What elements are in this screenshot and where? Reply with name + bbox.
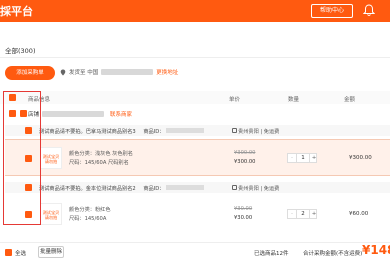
top-bar: 採平台 帮助中心 [0, 0, 390, 22]
spec-color: 颜色分类：浅灰色 灰色别名 [69, 151, 133, 157]
shipping-address: 发货至 中国 更换地址 [60, 68, 178, 76]
unit-price: ¥300.00 [234, 159, 256, 165]
select-all-label[interactable]: 全选 [15, 249, 26, 257]
header-unit-price: 单价 [229, 97, 241, 103]
header-amount: 金额 [344, 97, 356, 103]
contact-seller-link[interactable]: 联系商家 [110, 110, 132, 118]
decrement-button[interactable]: - [288, 155, 296, 161]
unit-price: ¥30.00 [234, 215, 253, 221]
quantity-stepper[interactable]: - 2 + [287, 209, 317, 219]
total-label: 合计采购金额(不含运费) [303, 251, 363, 257]
product-thumbnail[interactable]: 测试宝贝请勿拍 [40, 147, 62, 169]
shipping-icon [232, 128, 237, 133]
item-amount: ¥300.00 [349, 155, 372, 161]
spec-color: 颜色分类：粉红色 [69, 207, 111, 213]
cart-item-2[interactable]: 测试宝贝请勿拍 颜色分类：粉红色 尺码：145/60A ¥30.00 ¥30.0… [5, 196, 390, 233]
group-title: 测试商品请不要拍。巴拿马测试商品别名3 商品ID： [39, 128, 205, 135]
spec-size: 尺码：145/60A [69, 216, 107, 222]
bell-icon[interactable] [363, 4, 375, 17]
increment-button[interactable]: + [310, 155, 318, 161]
page-title: 全部(300) [5, 47, 36, 55]
checkbox-column-highlight [3, 91, 41, 225]
selected-count: 已选商品12件 [254, 251, 289, 257]
id-redacted [166, 128, 205, 133]
store-name-redacted [42, 110, 104, 117]
change-address-link[interactable]: 更换地址 [156, 68, 178, 76]
header-quantity: 数量 [288, 97, 300, 103]
shipping-info: 贵州贵阳 | 免运费 [232, 128, 279, 135]
table-header: 商品信息 单价 数量 金额 [0, 91, 390, 104]
product-thumbnail[interactable]: 测试宝贝请勿拍 [40, 203, 62, 225]
decrement-button[interactable]: - [288, 211, 296, 217]
location-pin-icon [60, 69, 66, 75]
store-row: 店铺 联系商家 [0, 107, 390, 121]
spec-size: 尺码：145/60A 尺码别名 [69, 160, 129, 166]
quantity-value[interactable]: 1 [296, 154, 310, 162]
divider [0, 57, 390, 58]
address-prefix: 发货至 中国 [69, 70, 99, 76]
shipping-info: 贵州贵阳 | 免运费 [232, 185, 279, 192]
add-order-button[interactable]: 添加采购单 [5, 66, 55, 80]
increment-button[interactable]: + [310, 211, 318, 217]
footer-bar: 全选 批量删除 已选商品12件 合计采购金额(不含运费) ¥148 [0, 242, 390, 260]
item-amount: ¥60.00 [349, 211, 369, 217]
shipping-icon [232, 185, 237, 190]
group-bar-2: 测试商品请不要拍。金本位测试商品别名2 商品ID： 贵州贵阳 | 免运费 [5, 182, 390, 193]
quantity-value[interactable]: 2 [296, 210, 310, 218]
quantity-stepper[interactable]: - 1 + [287, 153, 317, 163]
address-redacted [101, 69, 154, 75]
footer-select-all-checkbox[interactable] [5, 249, 12, 256]
original-price: ¥30.00 [234, 206, 253, 212]
help-center-button[interactable]: 帮助中心 [311, 4, 353, 18]
group-title: 测试商品请不要拍。金本位测试商品别名2 商品ID： [39, 185, 205, 192]
cart-item-1[interactable]: 测试宝贝请勿拍 颜色分类：浅灰色 灰色别名 尺码：145/60A 尺码别名 ¥3… [5, 139, 390, 176]
group-bar-1: 测试商品请不要拍。巴拿马测试商品别名3 商品ID： 贵州贵阳 | 免运费 [5, 125, 390, 136]
batch-delete-button[interactable]: 批量删除 [38, 246, 64, 258]
brand-logo: 採平台 [0, 5, 33, 18]
total-amount: ¥148 [362, 243, 390, 257]
original-price: ¥300.00 [234, 150, 256, 156]
id-redacted [166, 185, 205, 190]
